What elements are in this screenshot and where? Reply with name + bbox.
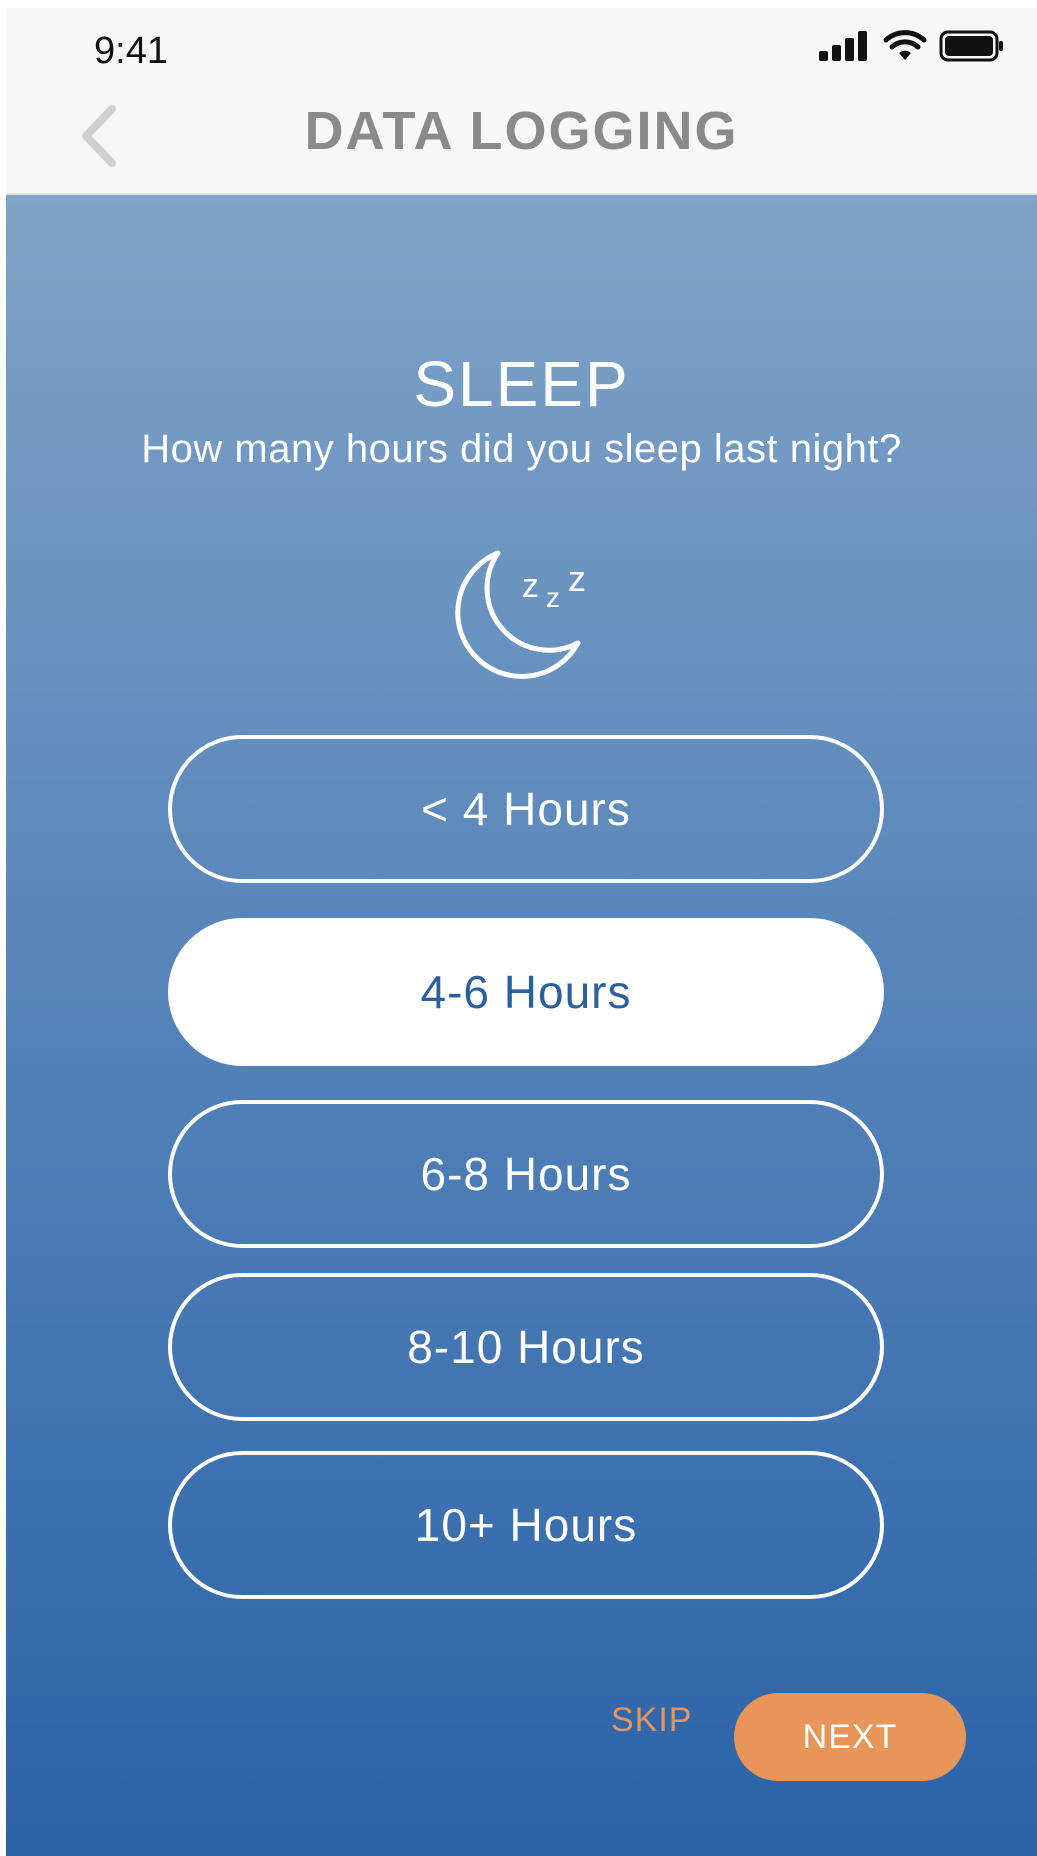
option-label: 6-8 Hours [420, 1148, 632, 1200]
next-button-label: NEXT [802, 1717, 898, 1756]
moon-zzz-icon: z z z [452, 539, 602, 679]
next-button[interactable]: NEXT [734, 1693, 966, 1781]
option-label: 4-6 Hours [420, 966, 632, 1018]
status-icons [819, 30, 1005, 67]
top-bar: 9:41 DATA LOGGING [6, 8, 1037, 195]
sleep-question-panel: SLEEP How many hours did you sleep last … [6, 195, 1037, 1856]
option-4-6-hours[interactable]: 4-6 Hours [168, 918, 884, 1066]
option-label: 8-10 Hours [407, 1321, 645, 1373]
option-under-4-hours[interactable]: < 4 Hours [168, 735, 884, 883]
skip-button[interactable]: SKIP [611, 1701, 692, 1740]
option-label: < 4 Hours [421, 783, 631, 835]
option-10-plus-hours[interactable]: 10+ Hours [168, 1451, 884, 1599]
app-screen: 9:41 DATA LOGGING SLEEP How many hours d… [6, 8, 1037, 1856]
svg-text:z: z [522, 567, 539, 605]
battery-icon [939, 30, 1005, 67]
option-6-8-hours[interactable]: 6-8 Hours [168, 1100, 884, 1248]
page-title: DATA LOGGING [304, 101, 739, 161]
option-8-10-hours[interactable]: 8-10 Hours [168, 1273, 884, 1421]
option-label: 10+ Hours [414, 1499, 638, 1551]
cellular-signal-icon [819, 31, 871, 66]
wifi-icon [883, 30, 927, 67]
status-time: 9:41 [94, 30, 168, 72]
svg-text:z: z [568, 558, 586, 599]
svg-text:z: z [546, 582, 560, 613]
section-heading: SLEEP [413, 348, 630, 420]
question-text: How many hours did you sleep last night? [141, 427, 902, 471]
